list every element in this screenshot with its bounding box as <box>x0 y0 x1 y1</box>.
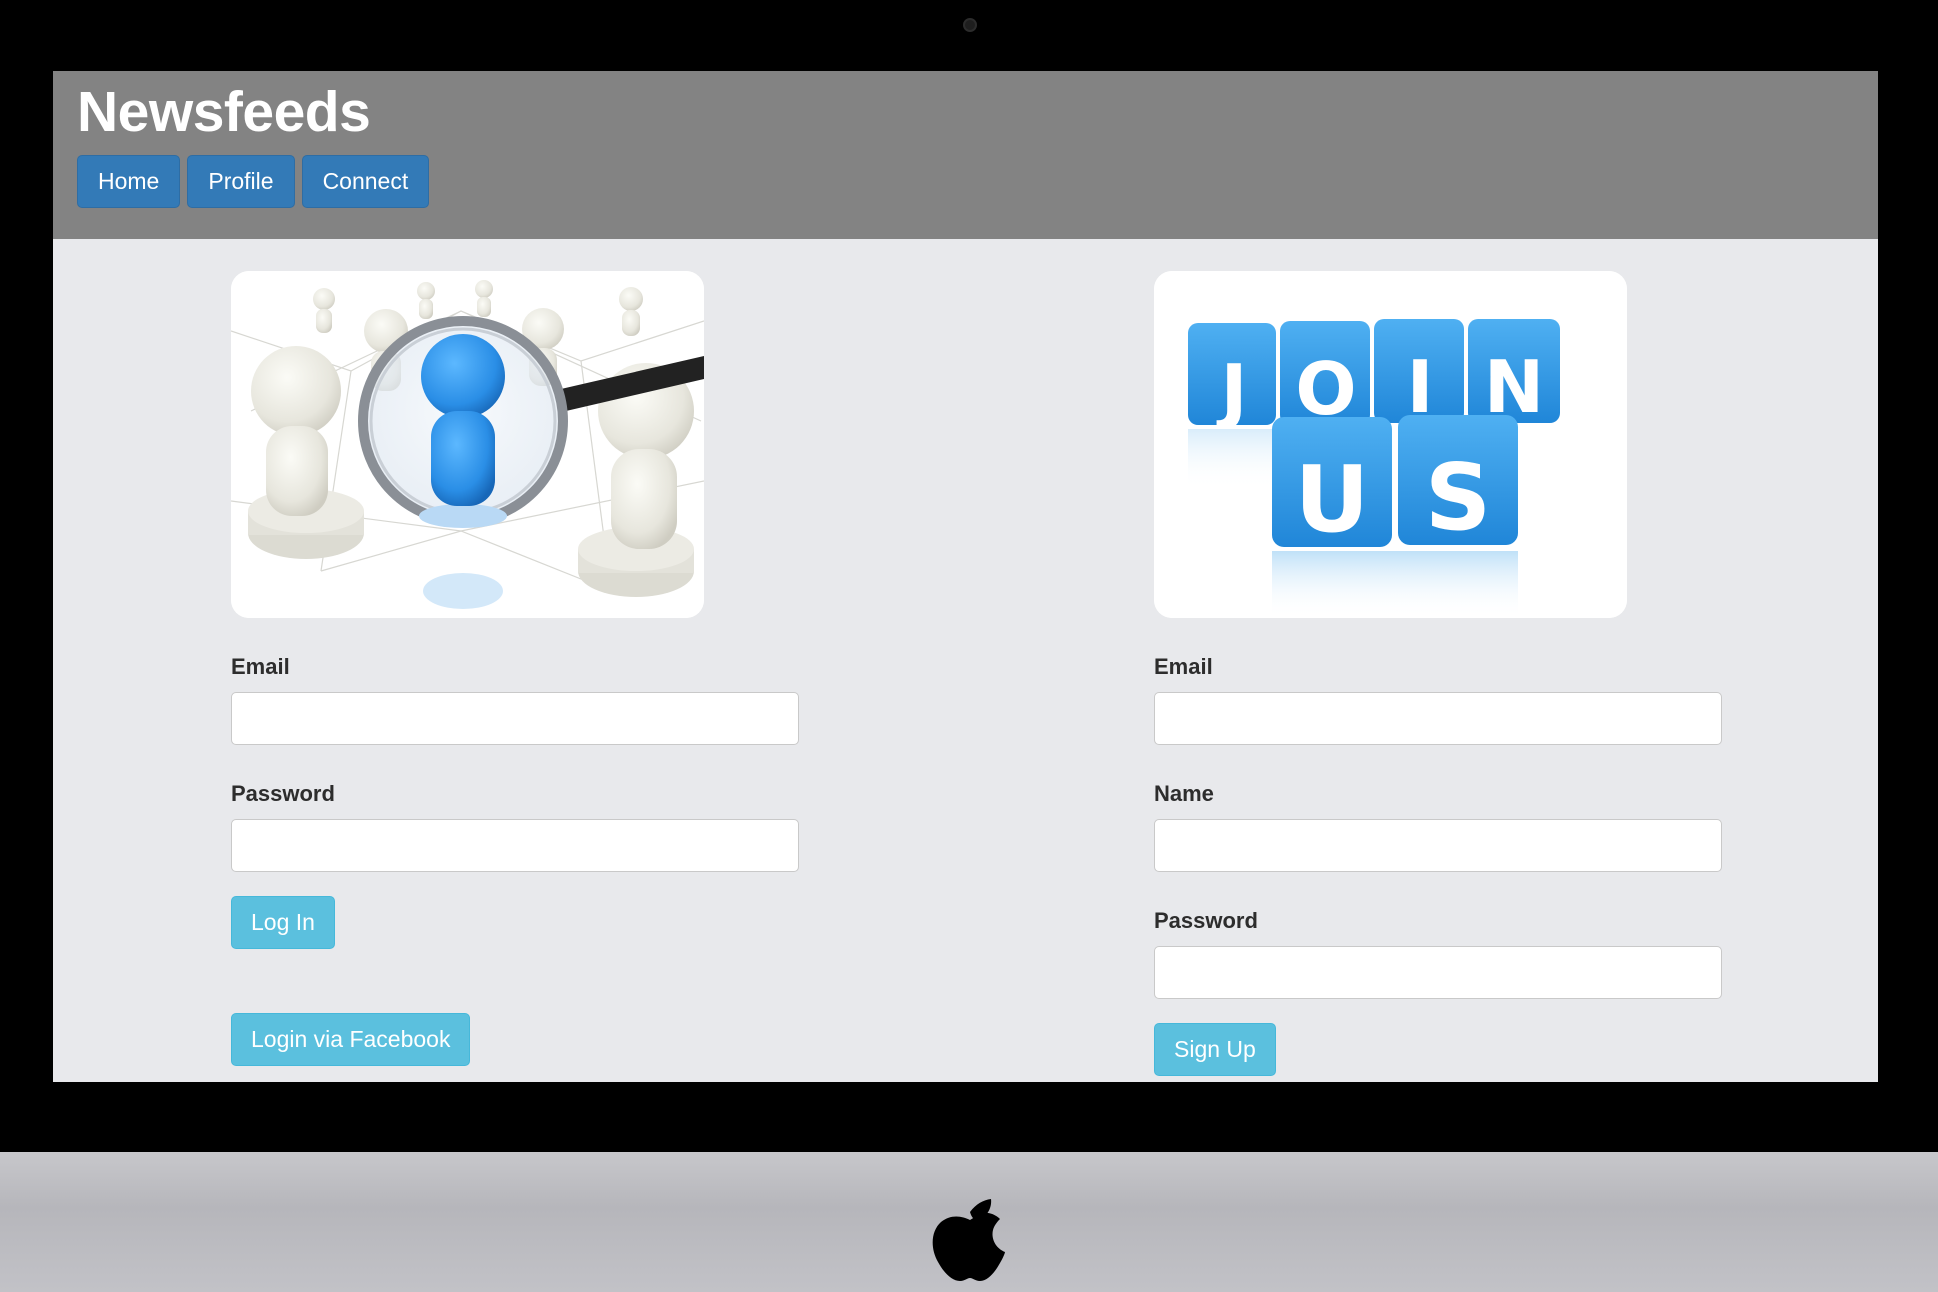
signup-password-input[interactable] <box>1154 946 1722 999</box>
signup-email-input[interactable] <box>1154 692 1722 745</box>
join-us-image: J O I N U S <box>1154 271 1627 618</box>
join-us-illustration: J O I N U S <box>1154 271 1627 618</box>
login-email-input[interactable] <box>231 692 799 745</box>
monitor-frame: Newsfeeds Home Profile Connect Email Pas… <box>0 0 1938 1292</box>
brand-title[interactable]: Newsfeeds <box>77 77 371 148</box>
cube-letter-u: U <box>1295 446 1370 553</box>
signup-name-label: Name <box>1154 781 1214 806</box>
login-email-label: Email <box>231 654 290 679</box>
signup-button[interactable]: Sign Up <box>1154 1023 1276 1076</box>
nav-profile-button[interactable]: Profile <box>187 155 295 208</box>
signup-name-input[interactable] <box>1154 819 1722 872</box>
login-button[interactable]: Log In <box>231 896 335 949</box>
login-panel: Email Password Log In Login via Facebook <box>231 271 801 1066</box>
nav-connect-button[interactable]: Connect <box>301 155 430 208</box>
cube-letter-j: J <box>1216 349 1248 433</box>
camera-icon <box>963 18 977 32</box>
nav-home-button[interactable]: Home <box>77 155 181 208</box>
signup-password-label: Password <box>1154 908 1258 933</box>
apple-logo-icon <box>932 1199 1005 1281</box>
nav-bar: Home Profile Connect <box>77 155 430 208</box>
signup-panel: J O I N U S Email Name Password Sign Up <box>1154 271 1724 1076</box>
header-bar: Newsfeeds Home Profile Connect <box>53 71 1878 239</box>
facebook-login-button[interactable]: Login via Facebook <box>231 1013 471 1066</box>
login-password-label: Password <box>231 781 335 806</box>
search-people-image <box>231 271 704 618</box>
search-people-illustration <box>231 271 704 618</box>
cube-letter-s: S <box>1425 444 1491 551</box>
signup-email-label: Email <box>1154 654 1213 679</box>
browser-screen: Newsfeeds Home Profile Connect Email Pas… <box>53 71 1878 1082</box>
login-password-input[interactable] <box>231 819 799 872</box>
